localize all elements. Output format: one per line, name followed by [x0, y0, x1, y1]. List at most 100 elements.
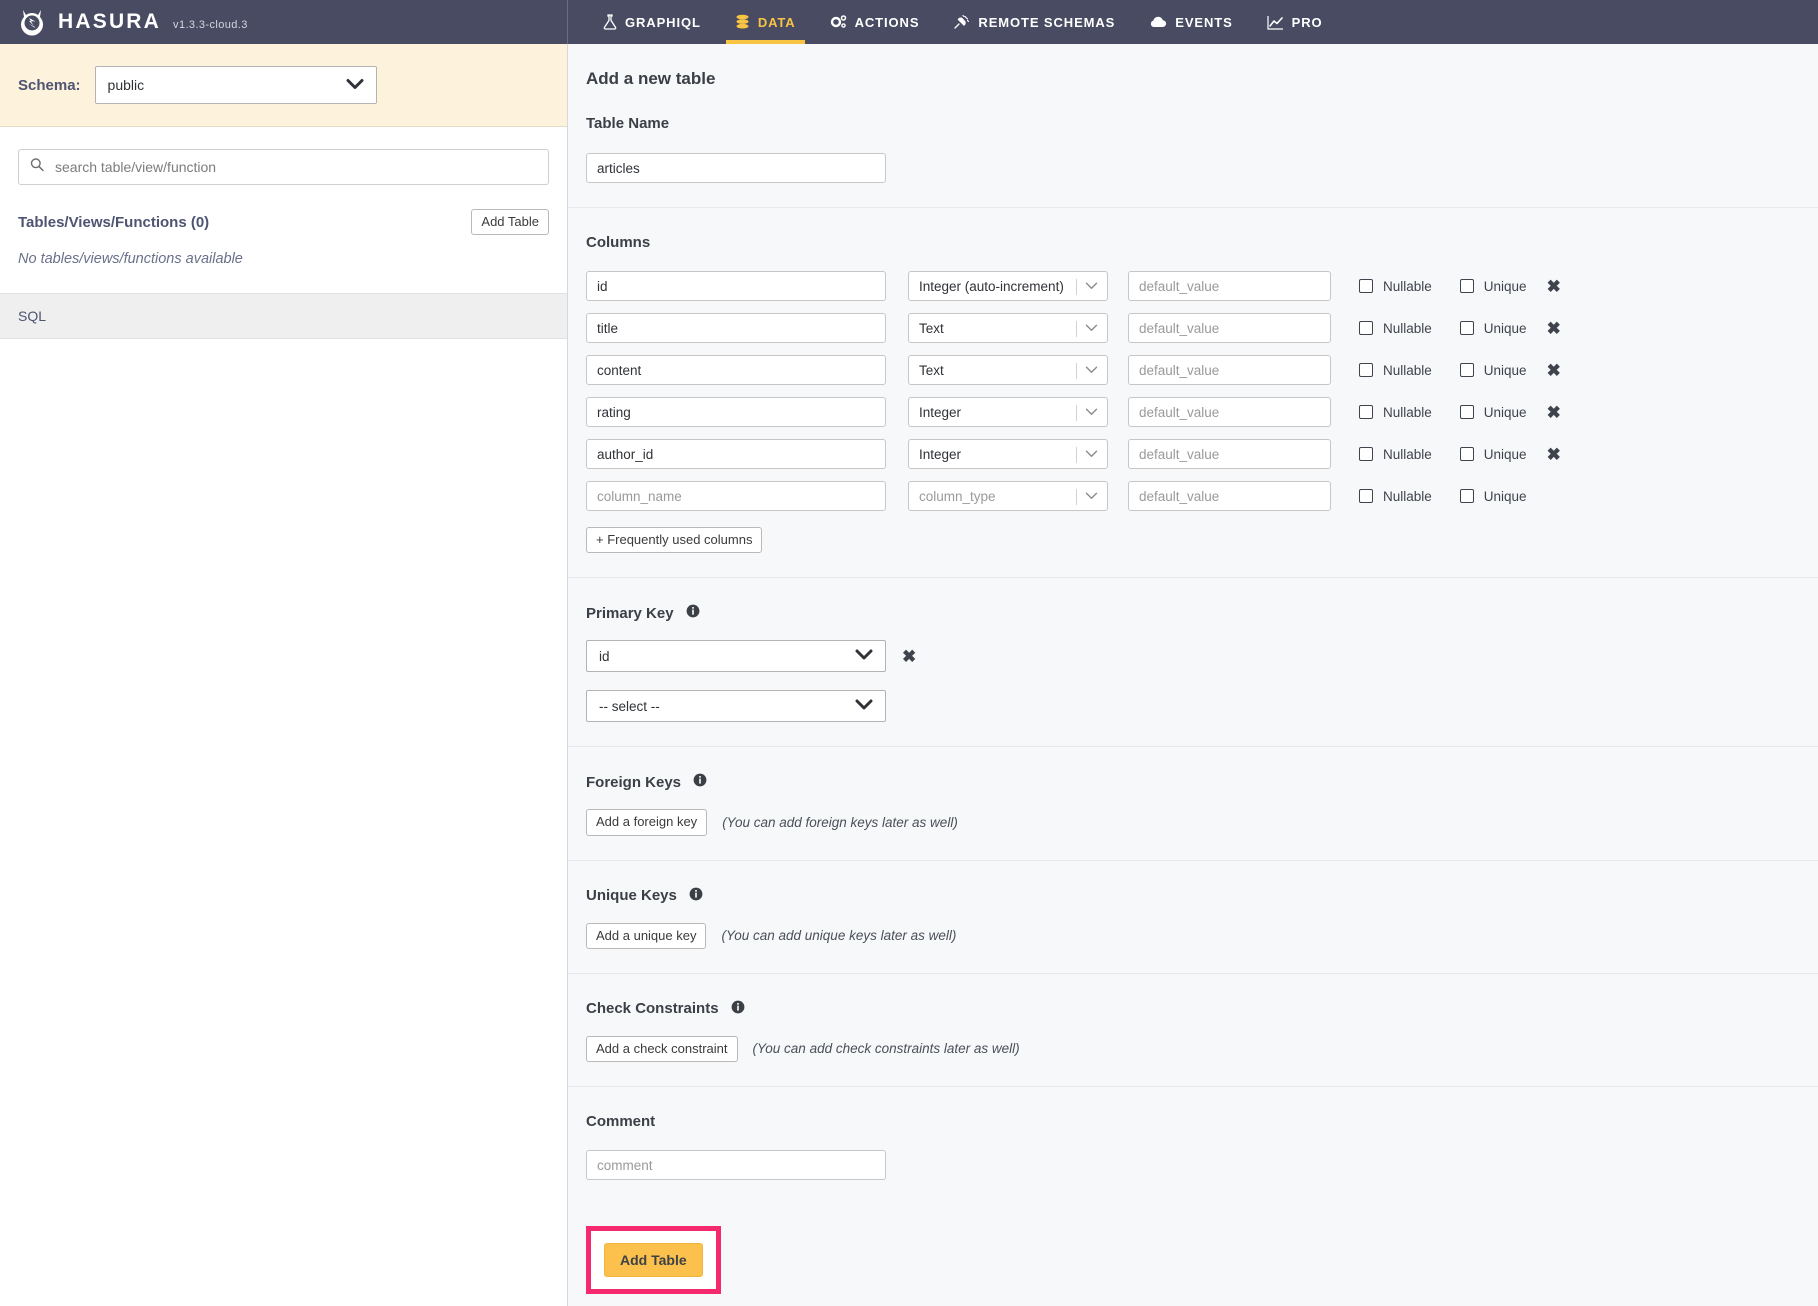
- frequently-used-columns-button[interactable]: + Frequently used columns: [586, 527, 762, 553]
- unique-keys-section: Unique Keys Add a unique key (You can ad…: [568, 861, 1818, 974]
- unique-checkbox[interactable]: [1460, 321, 1474, 335]
- info-icon[interactable]: [731, 1000, 745, 1018]
- unique-group: Unique: [1460, 279, 1527, 294]
- column-type-select[interactable]: Integer: [908, 439, 1108, 469]
- column-name-input[interactable]: [586, 397, 886, 427]
- primary-key-select[interactable]: id: [586, 640, 886, 672]
- table-name-label: Table Name: [586, 115, 1800, 132]
- sidebar-item-sql[interactable]: SQL: [0, 293, 567, 339]
- unique-checkbox[interactable]: [1460, 489, 1474, 503]
- column-name-input[interactable]: [586, 313, 886, 343]
- schema-select[interactable]: public: [95, 66, 377, 104]
- unique-label: Unique: [1484, 279, 1527, 294]
- brand-block[interactable]: HASURA v1.3.3-cloud.3: [0, 0, 568, 44]
- nullable-group: Nullable: [1359, 279, 1432, 294]
- remove-column-button[interactable]: ✖: [1547, 404, 1561, 421]
- columns-label: Columns: [586, 234, 1800, 251]
- remove-column-button[interactable]: ✖: [1547, 362, 1561, 379]
- unique-checkbox[interactable]: [1460, 447, 1474, 461]
- column-type-select[interactable]: column_type: [908, 481, 1108, 511]
- tab-label: EVENTS: [1175, 15, 1232, 30]
- top-navigation-bar: HASURA v1.3.3-cloud.3 GRAPHIQL DATA: [0, 0, 1818, 44]
- tab-pro[interactable]: PRO: [1250, 0, 1340, 44]
- tab-actions[interactable]: ACTIONS: [813, 0, 937, 44]
- column-name-input[interactable]: [586, 481, 886, 511]
- nullable-checkbox[interactable]: [1359, 447, 1373, 461]
- nullable-label: Nullable: [1383, 363, 1432, 378]
- unique-checkbox[interactable]: [1460, 279, 1474, 293]
- column-type-select[interactable]: Integer (auto-increment): [908, 271, 1108, 301]
- search-input[interactable]: [53, 158, 548, 176]
- tab-remote-schemas[interactable]: REMOTE SCHEMAS: [936, 0, 1132, 44]
- remove-column-button[interactable]: ✖: [1547, 278, 1561, 295]
- schema-selector-bar: Schema: public: [0, 44, 567, 127]
- version-label: v1.3.3-cloud.3: [173, 19, 248, 31]
- column-default-input[interactable]: [1128, 397, 1331, 427]
- column-default-input[interactable]: [1128, 271, 1331, 301]
- primary-key-placeholder: -- select --: [599, 699, 660, 714]
- unique-label: Unique: [1484, 321, 1527, 336]
- nullable-checkbox[interactable]: [1359, 321, 1373, 335]
- column-type-select[interactable]: Text: [908, 313, 1108, 343]
- chevron-down-icon: [855, 699, 873, 714]
- chevron-down-icon: [1085, 279, 1098, 294]
- select-divider: [1076, 447, 1077, 463]
- info-icon[interactable]: [689, 887, 703, 905]
- columns-section: Columns Integer (auto-increment): [568, 208, 1818, 578]
- add-check-constraint-button[interactable]: Add a check constraint: [586, 1036, 738, 1062]
- info-icon[interactable]: [686, 604, 700, 622]
- nullable-checkbox[interactable]: [1359, 363, 1373, 377]
- add-unique-key-button[interactable]: Add a unique key: [586, 923, 706, 949]
- schema-label: Schema:: [18, 77, 81, 94]
- foreign-keys-actions: Add a foreign key (You can add foreign k…: [586, 809, 1800, 835]
- column-type-select[interactable]: Text: [908, 355, 1108, 385]
- remove-column-button[interactable]: ✖: [1547, 320, 1561, 337]
- column-default-input[interactable]: [1128, 313, 1331, 343]
- column-type-value: Integer: [919, 405, 961, 420]
- column-name-input[interactable]: [586, 439, 886, 469]
- plug-icon: [953, 14, 970, 30]
- column-default-input[interactable]: [1128, 355, 1331, 385]
- column-type-value: Text: [919, 363, 944, 378]
- primary-key-row-new: -- select --: [586, 690, 1800, 722]
- select-divider: [1076, 363, 1077, 379]
- comment-label: Comment: [586, 1113, 1800, 1130]
- primary-key-row: id ✖: [586, 640, 1800, 672]
- check-constraints-section: Check Constraints Add a check constraint…: [568, 974, 1818, 1087]
- info-icon[interactable]: [693, 773, 707, 791]
- nullable-checkbox[interactable]: [1359, 279, 1373, 293]
- nullable-label: Nullable: [1383, 279, 1432, 294]
- remove-primary-key-button[interactable]: ✖: [902, 648, 916, 665]
- unique-label: Unique: [1484, 489, 1527, 504]
- tab-graphiql[interactable]: GRAPHIQL: [586, 0, 718, 44]
- tab-data[interactable]: DATA: [718, 0, 813, 44]
- sidebar-add-table-button[interactable]: Add Table: [471, 209, 549, 235]
- unique-keys-header: Unique Keys: [586, 887, 1800, 905]
- unique-checkbox[interactable]: [1460, 405, 1474, 419]
- brand-name: HASURA: [58, 10, 161, 34]
- column-type-select[interactable]: Integer: [908, 397, 1108, 427]
- column-row: Integer Nullable Unique: [586, 397, 1800, 427]
- nullable-checkbox[interactable]: [1359, 405, 1373, 419]
- tab-label: PRO: [1292, 15, 1323, 30]
- tab-events[interactable]: EVENTS: [1132, 0, 1249, 44]
- chevron-down-icon: [346, 77, 364, 93]
- column-name-input[interactable]: [586, 355, 886, 385]
- nullable-group: Nullable: [1359, 405, 1432, 420]
- nullable-group: Nullable: [1359, 321, 1432, 336]
- table-name-input[interactable]: [586, 153, 886, 183]
- primary-key-value: id: [599, 649, 610, 664]
- comment-input[interactable]: [586, 1150, 886, 1180]
- add-table-submit-button[interactable]: Add Table: [604, 1243, 703, 1277]
- nullable-group: Nullable: [1359, 447, 1432, 462]
- add-foreign-key-button[interactable]: Add a foreign key: [586, 809, 707, 835]
- search-box[interactable]: [18, 149, 549, 185]
- primary-key-select-empty[interactable]: -- select --: [586, 690, 886, 722]
- remove-column-button[interactable]: ✖: [1547, 446, 1561, 463]
- column-default-input[interactable]: [1128, 481, 1331, 511]
- column-name-input[interactable]: [586, 271, 886, 301]
- unique-checkbox[interactable]: [1460, 363, 1474, 377]
- sidebar-content: Tables/Views/Functions (0) Add Table No …: [0, 127, 567, 267]
- column-default-input[interactable]: [1128, 439, 1331, 469]
- nullable-checkbox[interactable]: [1359, 489, 1373, 503]
